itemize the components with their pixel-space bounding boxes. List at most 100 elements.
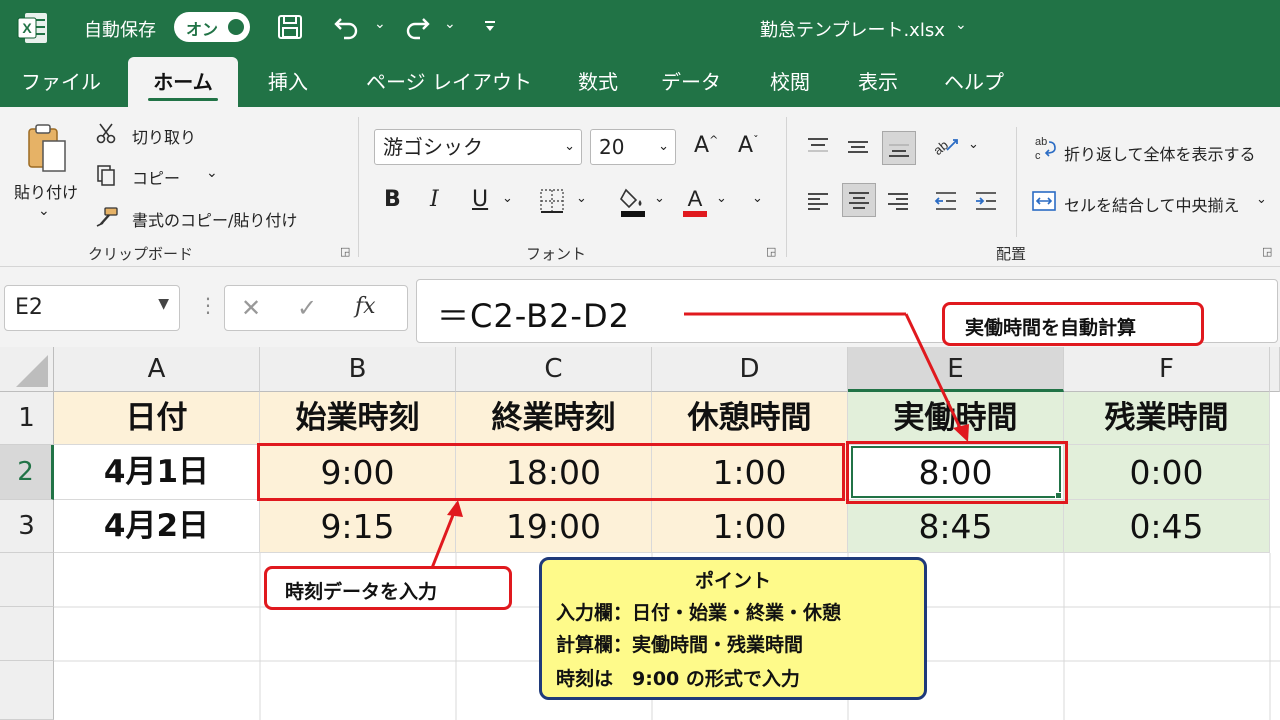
cut-button[interactable]: 切り取り [132,124,196,148]
font-name-select[interactable]: 游ゴシック ⌄ [374,129,582,165]
point-note: ポイント 入力欄：日付・始業・終業・休憩 計算欄：実働時間・残業時間 時刻は 9… [539,557,927,700]
align-middle-icon[interactable] [844,133,872,161]
align-left-icon[interactable] [804,187,832,215]
insert-function-button[interactable]: fx [355,294,376,319]
row-header-2[interactable]: 2 [0,445,54,500]
redo-icon[interactable] [402,12,432,42]
font-more-dropdown-icon[interactable]: ⌄ [752,191,763,206]
column-header-c[interactable]: C [456,347,652,392]
merge-center-button[interactable]: セルを結合して中央揃え [1064,192,1240,216]
row-header-empty[interactable] [0,661,54,720]
tab-view[interactable]: 表示 [840,57,916,107]
paste-button[interactable]: 貼り付け [14,179,78,203]
wrap-text-icon[interactable]: ab c [1030,133,1058,163]
increase-font-size-icon[interactable]: A^ [694,133,718,158]
fill-color-dropdown-icon[interactable]: ⌄ [654,191,665,206]
tab-home[interactable]: ホーム [128,57,238,107]
cancel-icon[interactable]: ✕ [241,294,261,322]
scissors-icon[interactable] [94,121,118,145]
increase-indent-icon[interactable] [972,187,1000,215]
header-date[interactable]: 日付 [54,392,260,445]
title-bar: X 自動保存 オン ⌄ ⌄ 勤怠テンプレート.xlsx ⌄ [0,0,1280,57]
align-right-icon[interactable] [884,187,912,215]
tab-data[interactable]: データ [650,57,732,107]
row-header-empty[interactable] [0,607,54,661]
cell-f3[interactable]: 0:45 [1064,500,1270,553]
file-name[interactable]: 勤怠テンプレート.xlsx [760,16,945,42]
borders-icon[interactable] [538,187,566,215]
header-work-hours[interactable]: 実働時間 [848,392,1064,445]
row-header-empty[interactable] [0,553,54,607]
column-header-a[interactable]: A [54,347,260,392]
bold-button[interactable]: B [384,187,401,212]
underline-button[interactable]: U [472,187,488,212]
row-header-1[interactable]: 1 [0,392,54,445]
column-header-f[interactable]: F [1064,347,1270,392]
decrease-indent-icon[interactable] [932,187,960,215]
format-painter-button[interactable]: 書式のコピー/貼り付け [132,207,297,231]
align-center-icon[interactable] [842,183,876,217]
autosave-toggle[interactable]: オン [174,12,250,42]
cell-d3[interactable]: 1:00 [652,500,848,553]
filename-chevron-icon[interactable]: ⌄ [955,17,967,33]
format-painter-icon[interactable] [94,205,120,229]
tab-file[interactable]: ファイル [8,57,114,107]
save-icon[interactable] [276,13,304,41]
cell-a2[interactable]: 4月1日 [54,445,260,500]
undo-icon[interactable] [332,12,362,42]
align-top-icon[interactable] [804,133,832,161]
orientation-dropdown-icon[interactable]: ⌄ [968,137,979,152]
undo-dropdown-icon[interactable]: ⌄ [374,16,386,32]
font-launcher-icon[interactable]: ◲ [766,245,776,258]
decrease-font-size-icon[interactable]: Aˇ [738,133,759,158]
copy-button[interactable]: コピー [132,165,180,189]
italic-button[interactable]: I [430,187,439,212]
name-box-dropdown-icon[interactable]: ▼ [158,296,169,312]
font-size-select[interactable]: 20 ⌄ [590,129,676,165]
cell-a3[interactable]: 4月2日 [54,500,260,553]
align-bottom-icon[interactable] [882,131,916,165]
enter-icon[interactable]: ✓ [297,294,317,322]
column-header-b[interactable]: B [260,347,456,392]
font-group-label: フォント [526,245,587,263]
header-break-time[interactable]: 休憩時間 [652,392,848,445]
tab-insert[interactable]: 挿入 [250,57,326,107]
name-box[interactable]: E2 ▼ [4,285,180,331]
font-size-value: 20 [599,135,625,159]
font-color-icon[interactable]: A [680,183,710,219]
tab-page-layout[interactable]: ページ レイアウト [354,57,544,107]
copy-icon[interactable] [94,163,118,187]
copy-dropdown-icon[interactable]: ⌄ [206,165,218,181]
merge-center-dropdown-icon[interactable]: ⌄ [1256,192,1267,207]
header-start-time[interactable]: 始業時刻 [260,392,456,445]
cell-b3[interactable]: 9:15 [260,500,456,553]
customize-toolbar-icon[interactable] [480,16,500,36]
fill-color-icon[interactable] [618,183,648,219]
column-header-d[interactable]: D [652,347,848,392]
cell-f2[interactable]: 0:00 [1064,445,1270,500]
borders-dropdown-icon[interactable]: ⌄ [576,191,587,206]
row-header-3[interactable]: 3 [0,500,54,553]
svg-text:A: A [688,186,703,211]
underline-dropdown-icon[interactable]: ⌄ [502,191,513,206]
cell-e3[interactable]: 8:45 [848,500,1064,553]
redo-dropdown-icon[interactable]: ⌄ [444,16,456,32]
paste-icon[interactable] [22,121,72,177]
tab-formulas[interactable]: 数式 [562,57,634,107]
select-all-corner[interactable] [0,347,54,392]
font-color-dropdown-icon[interactable]: ⌄ [716,191,727,206]
formula-bar-grip-icon[interactable]: ⋮ [198,293,218,317]
wrap-text-button[interactable]: 折り返して全体を表示する [1064,141,1256,165]
orientation-icon[interactable]: ab [930,131,962,161]
header-end-time[interactable]: 終業時刻 [456,392,652,445]
clipboard-launcher-icon[interactable]: ◲ [340,245,350,258]
column-header-e[interactable]: E [848,347,1064,392]
alignment-launcher-icon[interactable]: ◲ [1262,245,1272,258]
tab-review[interactable]: 校閲 [752,57,828,107]
excel-logo-icon[interactable]: X [16,10,50,46]
tab-help[interactable]: ヘルプ [934,57,1014,107]
merge-center-icon[interactable] [1030,187,1058,215]
paste-dropdown-icon[interactable]: ⌄ [38,203,50,219]
header-overtime[interactable]: 残業時間 [1064,392,1270,445]
cell-c3[interactable]: 19:00 [456,500,652,553]
